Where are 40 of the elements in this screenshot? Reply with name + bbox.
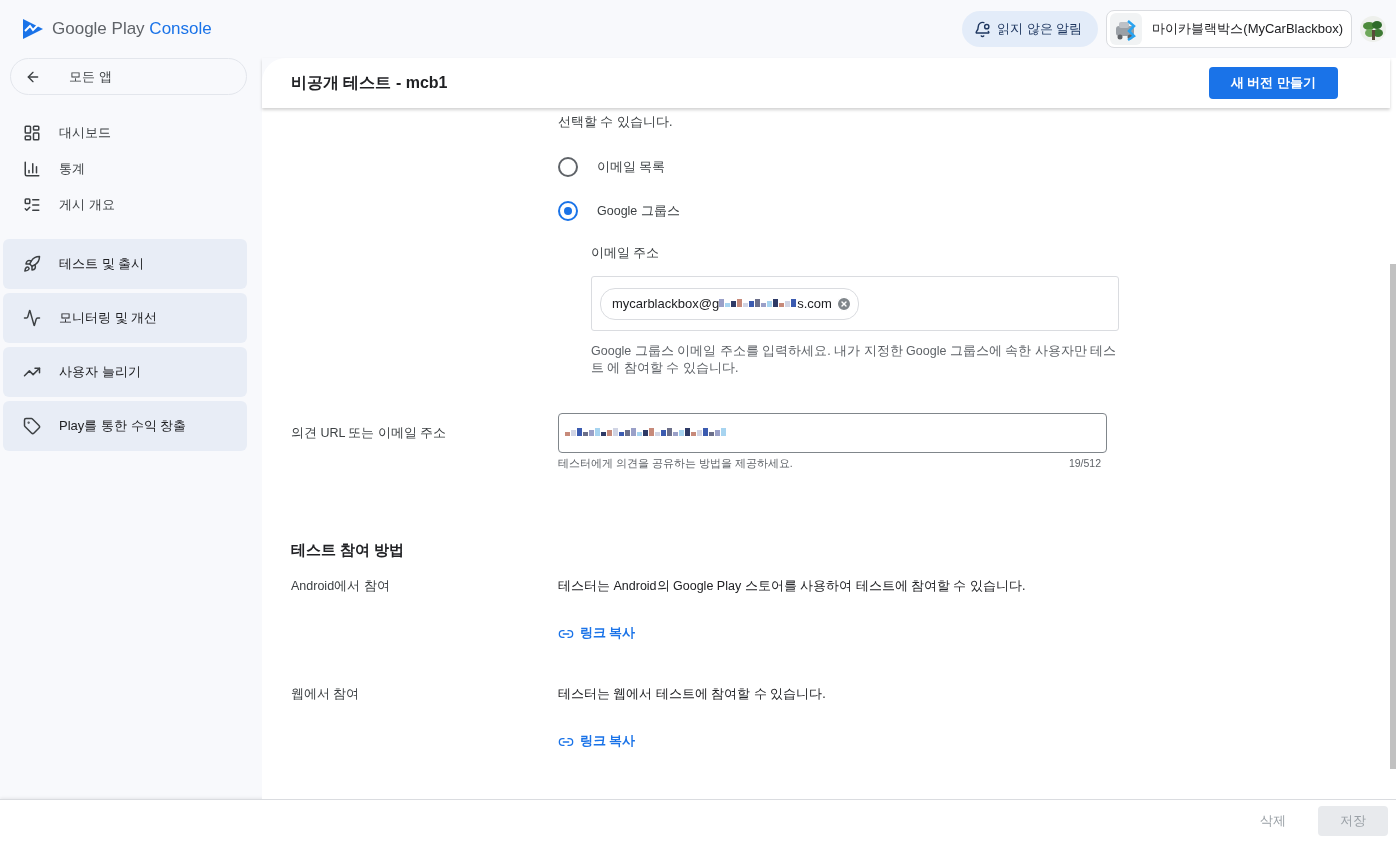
nav-link[interactable]: 게시 개요 bbox=[0, 187, 262, 223]
nav-link[interactable]: 대시보드 bbox=[0, 115, 262, 151]
description-text: 선택할 수 있습니다. bbox=[558, 114, 674, 131]
notifications-button[interactable]: 읽지 않은 알림 bbox=[962, 11, 1099, 47]
nav-section[interactable]: Play를 통한 수익 창출 bbox=[3, 401, 247, 451]
create-release-button[interactable]: 새 버전 만들기 bbox=[1208, 67, 1338, 99]
description-text: 테스터는 웹에서 테스트에 참여할 수 있습니다. bbox=[558, 686, 827, 703]
nav-section[interactable]: 모니터링 및 개선 bbox=[3, 293, 247, 343]
rocket-icon bbox=[23, 255, 41, 273]
scrollbar-thumb[interactable] bbox=[1390, 264, 1396, 769]
row-label: Android에서 참여 bbox=[291, 578, 391, 595]
bar-chart-icon bbox=[23, 160, 41, 178]
car-icon bbox=[1110, 13, 1143, 45]
copy-link-button[interactable]: 링크 복사 bbox=[558, 625, 1390, 642]
section-title: 테스트 참여 방법 bbox=[291, 541, 406, 560]
nav-section[interactable]: 테스트 및 출시 bbox=[3, 239, 247, 289]
tag-icon bbox=[23, 417, 41, 435]
helper-text: 테스터에게 의견을 공유하는 방법을 제공하세요. bbox=[558, 457, 793, 471]
help-text: Google 그룹스 이메일 주소를 입력하세요. 내가 지정한 Google 그룹스에 속한 사용자만 테스트 에 참여할 수 있습니다. bbox=[591, 343, 1118, 377]
copy-link-button[interactable]: 링크 복사 bbox=[558, 733, 1390, 750]
pulse-icon bbox=[23, 309, 41, 327]
dashboard-icon bbox=[23, 124, 41, 142]
play-console-logo-icon bbox=[22, 18, 44, 40]
page-title: 비공개 테스트 - mcb1 bbox=[291, 72, 448, 93]
email-chip[interactable]: mycarblackbox@g s.com bbox=[600, 287, 859, 320]
radio-option[interactable]: 이메일 목록 bbox=[558, 145, 1390, 189]
nav-section[interactable]: 사용자 늘리기 bbox=[3, 347, 247, 397]
character-counter: 19/512 bbox=[1068, 457, 1101, 471]
bell-icon bbox=[974, 20, 992, 38]
description-text: 테스터는 Android의 Google Play 스토어를 사용하여 테스트에 참여할 수 있습니다. bbox=[558, 578, 1027, 595]
brand-name: Google Play Console bbox=[52, 19, 212, 39]
app-selector[interactable]: 마이카블랙박스(MyCarBlackbox) bbox=[1106, 10, 1352, 48]
row-label: 웹에서 참여 bbox=[291, 686, 361, 703]
radio-option[interactable]: Google 그룹스 bbox=[558, 189, 1390, 233]
remove-icon[interactable] bbox=[835, 295, 852, 312]
field-label: 의견 URL 또는 이메일 주소 bbox=[291, 425, 448, 442]
field-label: 이메일 주소 bbox=[591, 245, 661, 262]
nav-link[interactable]: 통계 bbox=[0, 151, 262, 187]
email-field[interactable]: mycarblackbox@g s.com bbox=[591, 276, 1119, 331]
feedback-field[interactable] bbox=[558, 413, 1107, 453]
